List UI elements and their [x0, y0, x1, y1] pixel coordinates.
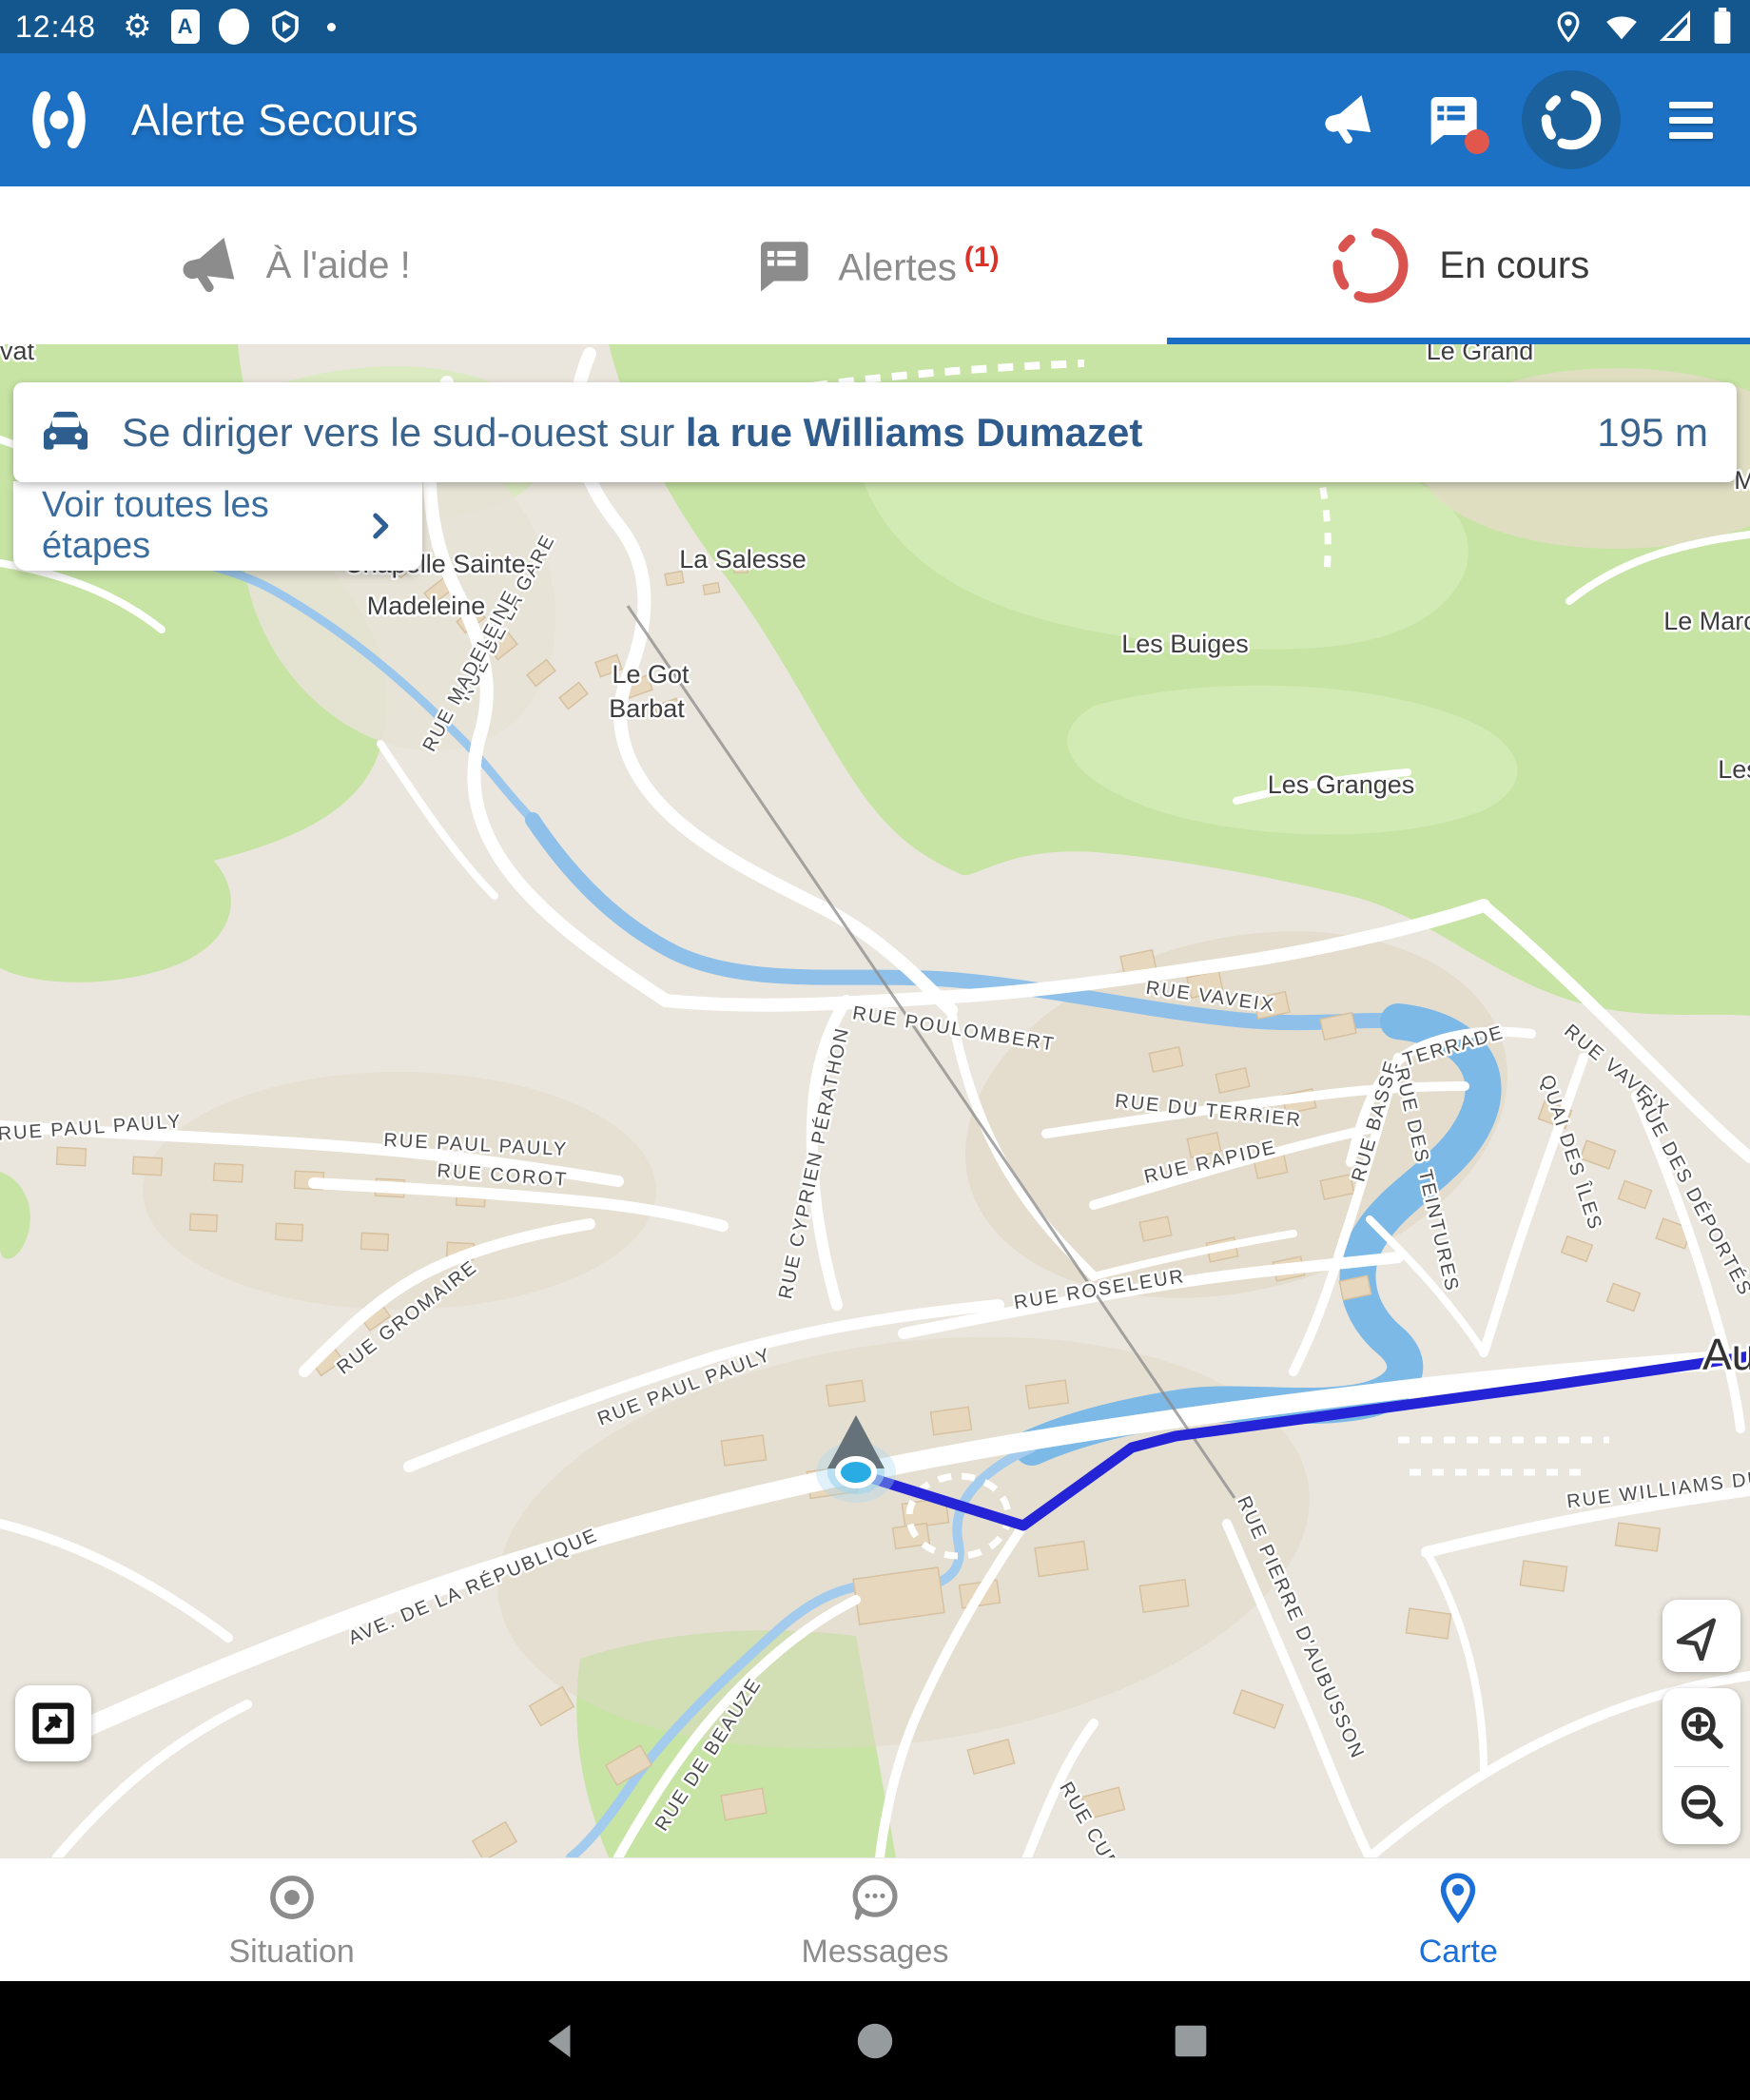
spinner-icon — [1538, 87, 1604, 153]
play-shield-icon — [268, 8, 302, 46]
nav-item-situation[interactable]: Situation — [0, 1858, 583, 1982]
notification-dot-icon — [327, 23, 336, 31]
recenter-button[interactable] — [1662, 1600, 1740, 1672]
status-icons-right — [1552, 7, 1735, 47]
spinner-icon-red — [1327, 222, 1414, 309]
place-label: Les Granges — [1268, 770, 1415, 799]
tab-label: À l'aide ! — [266, 244, 411, 287]
place-label: vat — [0, 344, 35, 365]
ongoing-alert-button[interactable] — [1522, 70, 1621, 169]
megaphone-icon — [1316, 89, 1377, 150]
steps-label: Voir toutes les étapes — [42, 485, 362, 567]
city-label: Au — [1702, 1330, 1750, 1379]
app-bar: Alerte Secours — [0, 53, 1750, 186]
navigation-arrow-icon — [1677, 1611, 1726, 1661]
route-instruction-banner[interactable]: Se diriger vers le sud-ouest sur la rue … — [13, 382, 1737, 482]
tab-en-cours[interactable]: En cours — [1167, 186, 1750, 344]
recents-button[interactable] — [1169, 2019, 1213, 2063]
zoom-controls — [1662, 1688, 1740, 1844]
chat-bubble-icon — [848, 1871, 902, 1924]
status-bar: 12:48 ⚙ A — [0, 0, 1750, 53]
map-pin-icon — [1431, 1871, 1485, 1924]
app-letter-a-icon: A — [171, 10, 200, 44]
messages-button[interactable] — [1417, 86, 1486, 154]
place-label: La Salesse — [679, 545, 807, 574]
tab-alertes[interactable]: Alertes(1) — [583, 186, 1166, 344]
message-list-icon — [750, 234, 813, 297]
target-icon — [265, 1871, 319, 1924]
place-label: Les Buiges — [1121, 630, 1249, 658]
settings-gear-icon: ⚙ — [123, 10, 151, 43]
record-dot-icon — [219, 9, 249, 45]
place-label: Le Grand — [1427, 344, 1534, 365]
menu-icon — [1669, 102, 1713, 108]
nav-label: Carte — [1419, 1934, 1498, 1971]
bottom-nav: Situation Messages Carte — [0, 1857, 1750, 1982]
fullscreen-button[interactable] — [15, 1685, 91, 1761]
instruction-text: Se diriger vers le sud-ouest sur la rue … — [122, 410, 1142, 456]
steps-expander[interactable]: Voir toutes les étapes — [13, 481, 422, 571]
basemap: RUE PAUL PAULYRUE PAUL PAULYRUE COROTRUE… — [0, 344, 1750, 1857]
open-external-icon — [29, 1699, 78, 1748]
app-bar-actions — [1312, 70, 1725, 169]
nav-item-carte[interactable]: Carte — [1167, 1858, 1750, 1982]
back-button[interactable] — [537, 2019, 581, 2063]
megaphone-icon — [173, 231, 242, 300]
car-icon — [36, 407, 95, 458]
tab-a-laide[interactable]: À l'aide ! — [0, 186, 583, 344]
active-tab-underline — [1167, 338, 1750, 344]
nav-item-messages[interactable]: Messages — [583, 1858, 1166, 1982]
chevron-right-icon — [362, 507, 398, 545]
home-button[interactable] — [853, 2019, 897, 2063]
unread-badge-dot — [1465, 129, 1489, 154]
zoom-in-button[interactable] — [1662, 1688, 1740, 1766]
tab-bar: À l'aide ! Alertes(1) En cours — [0, 186, 1750, 344]
zoom-out-icon — [1677, 1780, 1726, 1830]
cell-signal-icon — [1659, 8, 1693, 46]
distance-value: 195 m — [1597, 410, 1708, 456]
megaphone-button[interactable] — [1312, 86, 1381, 154]
nav-label: Situation — [229, 1934, 355, 1971]
tab-label: Alertes(1) — [838, 242, 999, 289]
wifi-icon — [1602, 8, 1642, 46]
app-title: Alerte Secours — [131, 94, 418, 146]
place-label: Les — [1718, 755, 1750, 784]
zoom-in-icon — [1677, 1702, 1726, 1752]
alert-count-badge: (1) — [964, 242, 1000, 273]
place-label: Madeleine — [367, 592, 486, 620]
status-icons-left: ⚙ A — [123, 8, 335, 46]
place-label: Le Got — [612, 660, 690, 689]
nav-label: Messages — [802, 1934, 949, 1971]
location-icon — [1552, 8, 1585, 46]
battery-icon — [1710, 7, 1735, 47]
clock: 12:48 — [15, 10, 96, 45]
tab-label: En cours — [1439, 244, 1589, 287]
place-label: Le Marc — [1663, 607, 1750, 635]
road-name: la rue Williams Dumazet — [686, 410, 1142, 455]
zoom-out-button[interactable] — [1662, 1767, 1740, 1845]
menu-button[interactable] — [1657, 86, 1725, 154]
map-canvas[interactable]: RUE PAUL PAULYRUE PAUL PAULYRUE COROTRUE… — [0, 344, 1750, 1857]
place-label: Barbat — [609, 694, 685, 723]
app-logo-icon — [25, 86, 93, 154]
android-navigation-bar — [0, 1981, 1750, 2100]
screen: 12:48 ⚙ A — [0, 0, 1750, 2100]
